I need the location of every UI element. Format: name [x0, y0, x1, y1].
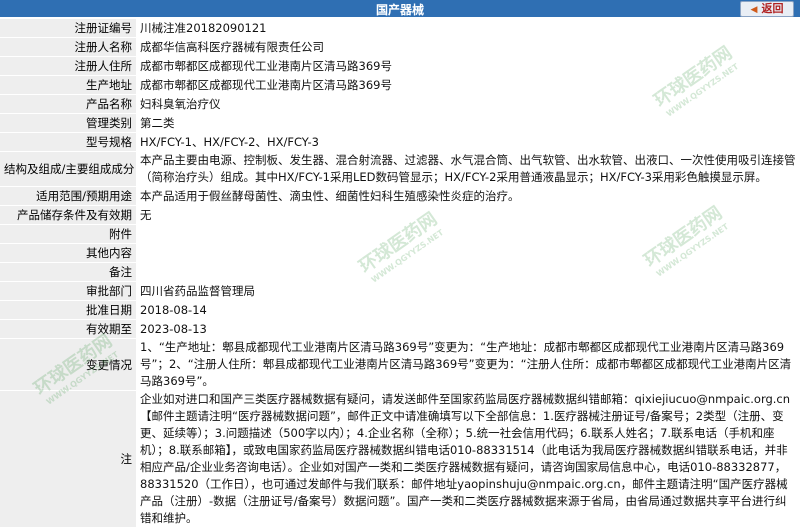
field-value: 成都市郫都区成都现代工业港南片区清马路369号 [136, 56, 800, 76]
field-value: 无 [136, 205, 800, 225]
table-row: 产品储存条件及有效期无 [0, 205, 800, 225]
field-value: 本产品适用于假丝酵母菌性、滴虫性、细菌性妇科生殖感染性炎症的治疗。 [136, 186, 800, 206]
table-row: 注企业如对进口和国产三类医疗器械数据有疑问，请发送邮件至国家药监局医疗器械数据纠… [0, 390, 800, 528]
table-row: 备注 [0, 262, 800, 282]
table-row: 注册人名称 成都华信高科医疗器械有限责任公司 [0, 37, 800, 57]
detail-table: 注册证编号 川械注准20182090121 注册人名称 成都华信高科医疗器械有限责任公… [0, 19, 800, 528]
field-label: 其他内容 [0, 243, 136, 263]
field-label: 结构及组成/主要组成成分 [0, 151, 136, 187]
field-value: 四川省药品监督管理局 [136, 281, 800, 301]
field-label: 注 [0, 390, 136, 528]
field-value: 第二类 [136, 113, 800, 133]
field-value: 妇科臭氧治疗仪 [136, 94, 800, 114]
table-row: 产品名称 妇科臭氧治疗仪 [0, 94, 800, 114]
field-value [136, 224, 800, 244]
field-label: 生产地址 [0, 75, 136, 95]
table-row: 批准日期 2018-08-14 [0, 300, 800, 320]
field-value: 本产品主要由电源、控制板、发生器、混合射流器、过滤器、水气混合筒、出气软管、出水… [136, 151, 800, 187]
table-row: 其他内容 [0, 243, 800, 263]
table-row: 有效期至 2023-08-13 [0, 319, 800, 339]
page-title: 国产器械 [375, 3, 424, 17]
table-row: 管理类别 第二类 [0, 113, 800, 133]
page-header: 国产器械 ◀ 返回 [0, 0, 800, 17]
field-label: 变更情况 [0, 338, 136, 391]
field-label: 批准日期 [0, 300, 136, 320]
field-label: 注册人名称 [0, 37, 136, 57]
field-label: 备注 [0, 262, 136, 282]
field-value: 2018-08-14 [136, 300, 800, 320]
field-value: 1、“生产地址：郫县成都现代工业港南片区清马路369号”变更为：“生产地址：成都… [136, 338, 800, 391]
field-value: 成都华信高科医疗器械有限责任公司 [136, 37, 800, 57]
field-value [136, 243, 800, 263]
back-button-label: 返回 [761, 2, 784, 15]
table-row: 型号规格 HX/FCY-1、HX/FCY-2、HX/FCY-3 [0, 132, 800, 152]
table-row: 生产地址 成都市郫都区成都现代工业港南片区清马路369号 [0, 75, 800, 95]
field-value [136, 262, 800, 282]
field-label: 有效期至 [0, 319, 136, 339]
table-row: 注册证编号 川械注准20182090121 [0, 19, 800, 38]
back-button[interactable]: ◀ 返回 [740, 1, 794, 17]
table-row: 适用范围/预期用途 本产品适用于假丝酵母菌性、滴虫性、细菌性妇科生殖感染性炎症的治… [0, 186, 800, 206]
field-value: 成都市郫都区成都现代工业港南片区清马路369号 [136, 75, 800, 95]
field-label: 适用范围/预期用途 [0, 186, 136, 206]
table-row: 变更情况 1、“生产地址：郫县成都现代工业港南片区清马路369号”变更为：“生产地… [0, 338, 800, 391]
table-row: 结构及组成/主要组成成分 本产品主要由电源、控制板、发生器、混合射流器、过滤器、水… [0, 151, 800, 187]
field-value: 川械注准20182090121 [136, 19, 800, 38]
field-value: HX/FCY-1、HX/FCY-2、HX/FCY-3 [136, 132, 800, 152]
field-label: 审批部门 [0, 281, 136, 301]
field-label: 管理类别 [0, 113, 136, 133]
field-label: 注册证编号 [0, 19, 136, 38]
table-row: 审批部门 四川省药品监督管理局 [0, 281, 800, 301]
field-label: 型号规格 [0, 132, 136, 152]
field-label: 注册人住所 [0, 56, 136, 76]
field-label: 附件 [0, 224, 136, 244]
field-value: 企业如对进口和国产三类医疗器械数据有疑问，请发送邮件至国家药监局医疗器械数据纠错… [136, 390, 800, 528]
field-value: 2023-08-13 [136, 319, 800, 339]
back-arrow-icon: ◀ [750, 5, 758, 15]
field-label: 产品储存条件及有效期 [0, 205, 136, 225]
table-row: 注册人住所 成都市郫都区成都现代工业港南片区清马路369号 [0, 56, 800, 76]
field-label: 产品名称 [0, 94, 136, 114]
table-row: 附件 [0, 224, 800, 244]
